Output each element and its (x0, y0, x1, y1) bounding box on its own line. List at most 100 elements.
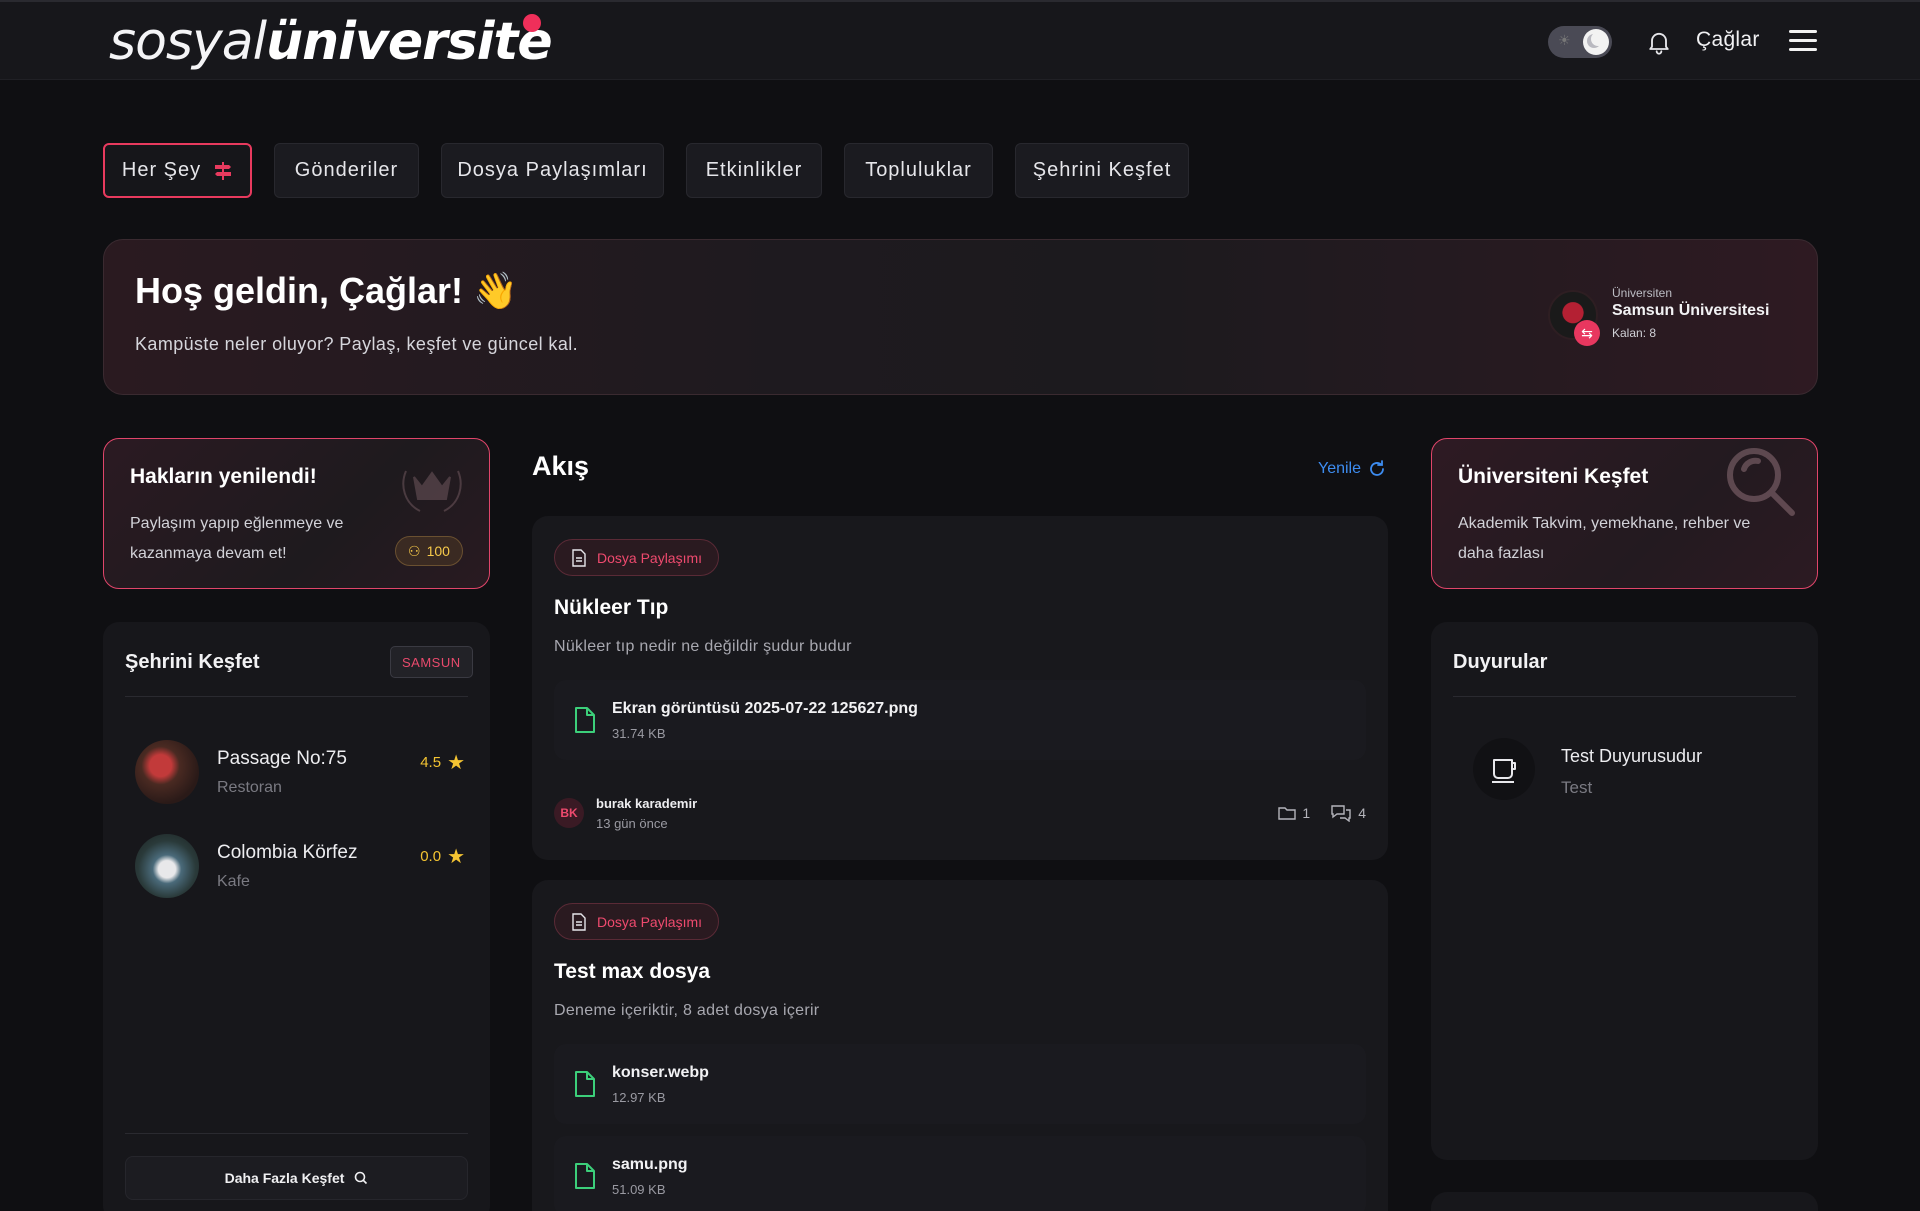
refresh-button[interactable]: Yenile (1318, 459, 1387, 479)
welcome-title: Hoş geldin, Çağlar! 👋 (135, 270, 518, 311)
author-name[interactable]: burak karademir (596, 796, 697, 811)
file-size: 31.74 KB (612, 726, 666, 741)
city-explore-card: Şehrini Keşfet SAMSUN Passage No:75 Rest… (103, 622, 490, 1211)
explore-more-label: Daha Fazla Keşfet (224, 1170, 345, 1186)
theme-toggle[interactable]: ☀ (1548, 26, 1612, 58)
place-item[interactable]: Colombia Körfez Kafe 0.0 ★ (135, 834, 465, 900)
tab-label: Her Şey (121, 159, 202, 181)
crown-icon (402, 470, 462, 512)
signpost-icon (215, 161, 232, 180)
tab-gonderiler[interactable]: Gönderiler (274, 143, 419, 198)
post-stats: 1 4 (1278, 804, 1366, 822)
post-time: 13 gün önce (596, 816, 668, 831)
file-size: 12.97 KB (612, 1090, 666, 1105)
tab-topluluklar[interactable]: Topluluklar (844, 143, 993, 198)
file-attachment[interactable]: konser.webp 12.97 KB (554, 1044, 1366, 1124)
refresh-icon (1370, 460, 1384, 476)
explore-university-card[interactable]: Üniversiteni Keşfet Akademik Takvim, yem… (1431, 438, 1818, 589)
folder-icon (1278, 807, 1297, 820)
file-attachment[interactable]: Ekran görüntüsü 2025-07-22 125627.png 31… (554, 680, 1366, 760)
announcements-title: Duyurular (1453, 651, 1548, 673)
file-name: samu.png (612, 1156, 688, 1173)
tab-dosya-paylasimlari[interactable]: Dosya Paylaşımları (441, 143, 664, 198)
feed-post[interactable]: Dosya Paylaşımı Test max dosya Deneme iç… (532, 880, 1388, 1211)
city-title: Şehrini Keşfet (125, 651, 260, 673)
place-name: Colombia Körfez (217, 842, 358, 863)
document-icon (572, 548, 586, 567)
explore-more-button[interactable]: Daha Fazla Keşfet (125, 1156, 468, 1200)
chip-label: Dosya Paylaşımı (597, 913, 703, 930)
rights-text: Paylaşım yapıp eğlenmeye ve kazanmaya de… (130, 515, 344, 562)
coin-icon: ⚇ (408, 542, 421, 559)
announcement-item[interactable]: Test Duyurusudur Test (1473, 738, 1793, 802)
post-description: Nükleer tıp nedir ne değildir şudur budu… (554, 638, 852, 655)
file-name: konser.webp (612, 1064, 709, 1081)
avatar[interactable]: BK (554, 798, 584, 828)
place-image (135, 834, 199, 898)
user-name[interactable]: Çağlar (1696, 28, 1760, 52)
place-image (135, 740, 199, 804)
points-badge: ⚇ 100 (395, 536, 463, 566)
post-author-row: BK burak karademir 13 gün önce 1 4 (554, 794, 1366, 834)
tab-label: Şehrini Keşfet (1032, 159, 1172, 181)
place-rating: 0.0 ★ (420, 844, 465, 869)
tab-her-sey[interactable]: Her Şey (103, 143, 252, 198)
post-title[interactable]: Nükleer Tıp (554, 596, 668, 620)
logo-light-text: sosyal (109, 12, 267, 72)
post-category-chip: Dosya Paylaşımı (554, 539, 720, 576)
star-icon: ★ (447, 846, 465, 868)
next-card (1431, 1192, 1818, 1211)
bell-icon[interactable] (1645, 28, 1673, 56)
university-caption: Üniversiten (1612, 286, 1673, 300)
feed-post[interactable]: Dosya Paylaşımı Nükleer Tıp Nükleer tıp … (532, 516, 1388, 860)
place-type: Kafe (217, 873, 250, 890)
welcome-banner: Hoş geldin, Çağlar! 👋 Kampüste neler olu… (103, 239, 1818, 395)
tab-sehrini-kesfet[interactable]: Şehrini Keşfet (1015, 143, 1189, 198)
welcome-subtitle: Kampüste neler oluyor? Paylaş, keşfet ve… (135, 334, 579, 354)
tab-label: Topluluklar (865, 159, 972, 181)
university-name[interactable]: Samsun Üniversitesi (1612, 302, 1769, 320)
refresh-label: Yenile (1318, 460, 1362, 477)
remaining-count: Kalan: 8 (1612, 326, 1657, 340)
tab-etkinlikler[interactable]: Etkinlikler (686, 143, 822, 198)
points-value: 100 (426, 543, 450, 559)
swap-icon[interactable]: ⇆ (1574, 320, 1600, 346)
cup-icon (1492, 759, 1516, 783)
rights-title: Hakların yenilendi! (130, 465, 317, 488)
rating-value: 4.5 (420, 754, 442, 771)
tab-label: Dosya Paylaşımları (457, 159, 648, 181)
magnifier-icon (1727, 448, 1795, 516)
file-attachment[interactable]: samu.png 51.09 KB (554, 1136, 1366, 1211)
file-icon (575, 1071, 595, 1097)
menu-icon[interactable] (1789, 30, 1817, 52)
announcement-subtitle: Test (1561, 778, 1593, 797)
rights-renewed-card[interactable]: Hakların yenilendi! Paylaşım yapıp eğlen… (103, 438, 490, 589)
document-icon (572, 912, 586, 931)
chip-label: Dosya Paylaşımı (597, 549, 703, 566)
tab-label: Etkinlikler (705, 159, 803, 181)
place-rating: 4.5 ★ (420, 750, 465, 775)
place-name: Passage No:75 (217, 748, 347, 769)
file-count: 1 (1302, 805, 1311, 821)
explore-text: Akademik Takvim, yemekhane, rehber ve da… (1458, 515, 1751, 562)
moon-icon (1583, 29, 1609, 55)
announcements-card: Duyurular Test Duyurusudur Test (1431, 622, 1818, 1160)
post-title[interactable]: Test max dosya (554, 960, 710, 984)
logo[interactable]: sosyalüniversite (109, 12, 553, 72)
city-badge: SAMSUN (390, 646, 473, 678)
file-icon (575, 707, 595, 733)
file-name: Ekran görüntüsü 2025-07-22 125627.png (612, 700, 918, 717)
star-icon: ★ (447, 752, 465, 774)
explore-title: Üniversiteni Keşfet (1458, 465, 1649, 488)
comment-icon[interactable] (1330, 804, 1352, 822)
divider (1453, 696, 1796, 697)
rating-value: 0.0 (420, 848, 442, 865)
tab-label: Gönderiler (294, 159, 399, 181)
logo-bold-text: üniversite (266, 12, 553, 72)
file-size: 51.09 KB (612, 1182, 666, 1197)
sun-icon: ☀ (1558, 32, 1571, 48)
post-category-chip: Dosya Paylaşımı (554, 903, 720, 940)
logo-dot (523, 14, 541, 32)
announcement-title: Test Duyurusudur (1561, 746, 1703, 766)
place-item[interactable]: Passage No:75 Restoran 4.5 ★ (135, 740, 465, 806)
